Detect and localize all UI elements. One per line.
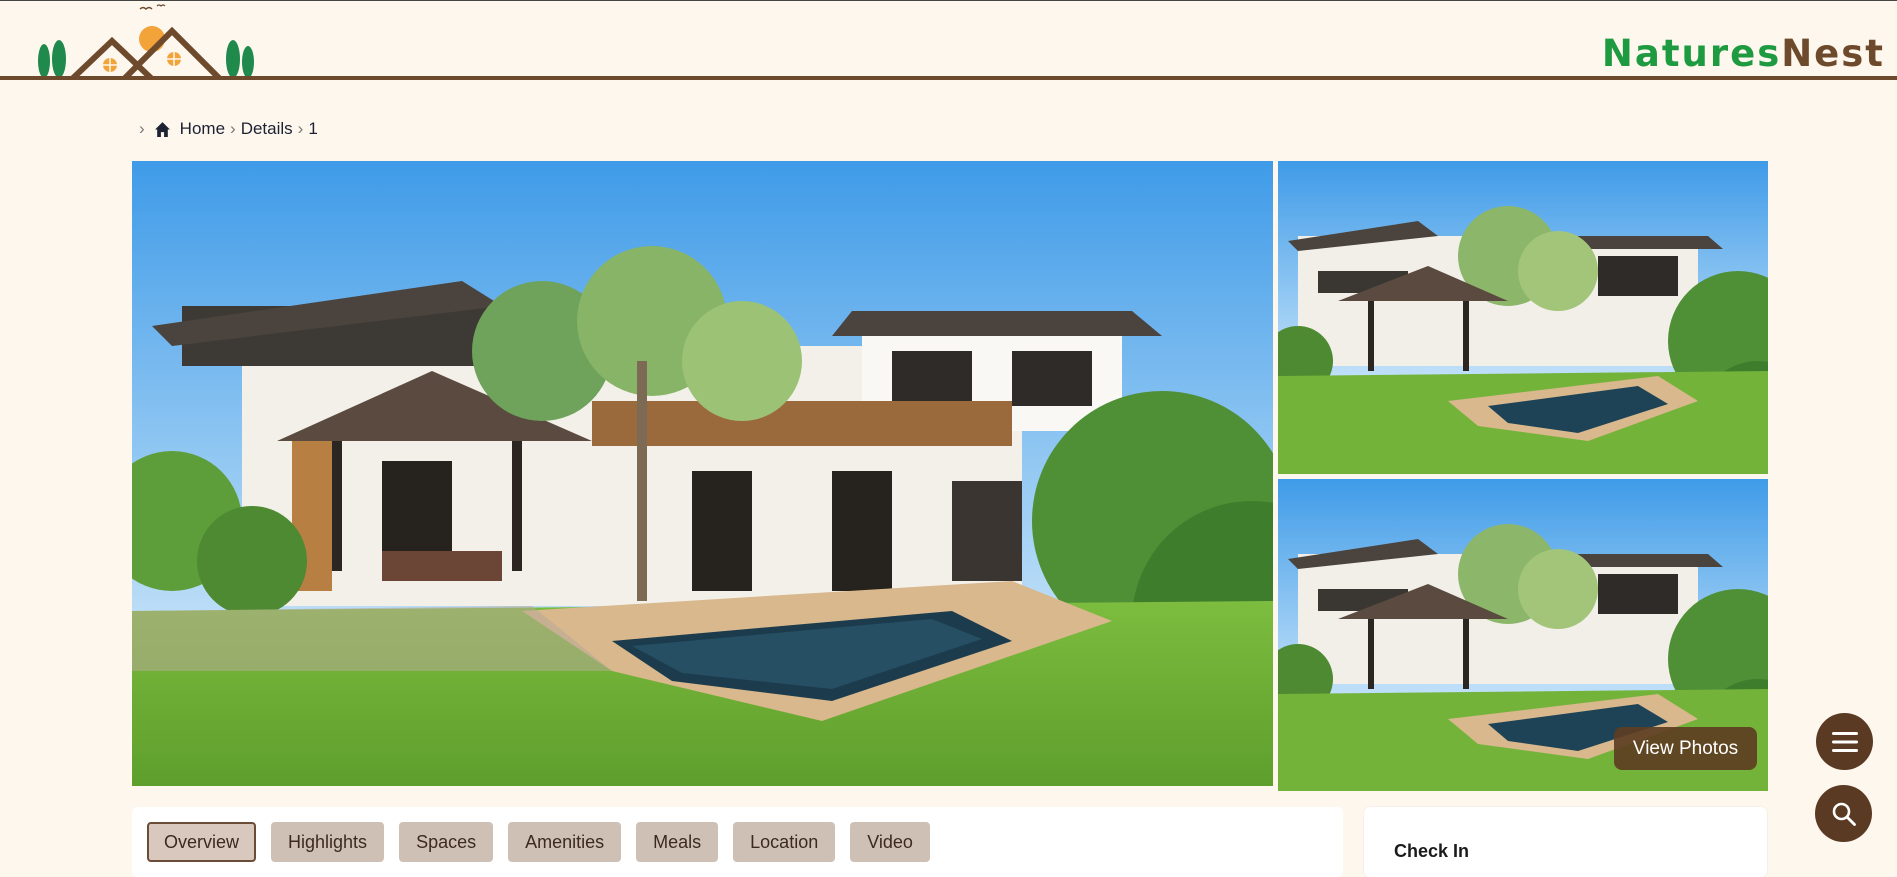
tab-spaces[interactable]: Spaces [399,822,494,862]
site-header: NaturesNest [0,1,1897,79]
chevron-right-icon: › [297,119,304,138]
header-divider [0,76,1897,80]
breadcrumb: › Home › Details › 1 [134,117,318,141]
breadcrumb-home[interactable]: Home [180,119,225,139]
main-photo[interactable] [132,161,1273,786]
house-logo[interactable] [34,3,264,79]
thumbnail-photo-1[interactable] [1278,161,1768,474]
breadcrumb-current: 1 [308,119,318,138]
tab-meals[interactable]: Meals [636,822,719,862]
search-icon [1832,802,1856,826]
chevron-right-icon: › [139,119,145,138]
home-icon[interactable] [154,121,171,138]
details-tabs: Overview Highlights Spaces Amenities Mea… [147,822,945,862]
brand-name-part1: Natures [1601,32,1782,75]
view-photos-button[interactable]: View Photos [1614,727,1757,770]
chevron-right-icon: › [230,119,236,138]
tab-location[interactable]: Location [733,822,836,862]
tab-amenities[interactable]: Amenities [508,822,622,862]
menu-button[interactable] [1816,713,1873,770]
hamburger-menu-icon [1831,731,1858,752]
tab-highlights[interactable]: Highlights [271,822,385,862]
check-in-label: Check In [1394,841,1470,861]
villa-photo [132,161,1273,786]
breadcrumb-details[interactable]: Details [241,119,293,139]
tab-overview[interactable]: Overview [147,822,257,862]
tab-video[interactable]: Video [850,822,930,862]
brand-name-part2: Nest [1781,32,1885,75]
brand-name[interactable]: NaturesNest [1602,31,1885,77]
villa-photo [1278,161,1768,474]
search-button[interactable] [1815,785,1872,842]
